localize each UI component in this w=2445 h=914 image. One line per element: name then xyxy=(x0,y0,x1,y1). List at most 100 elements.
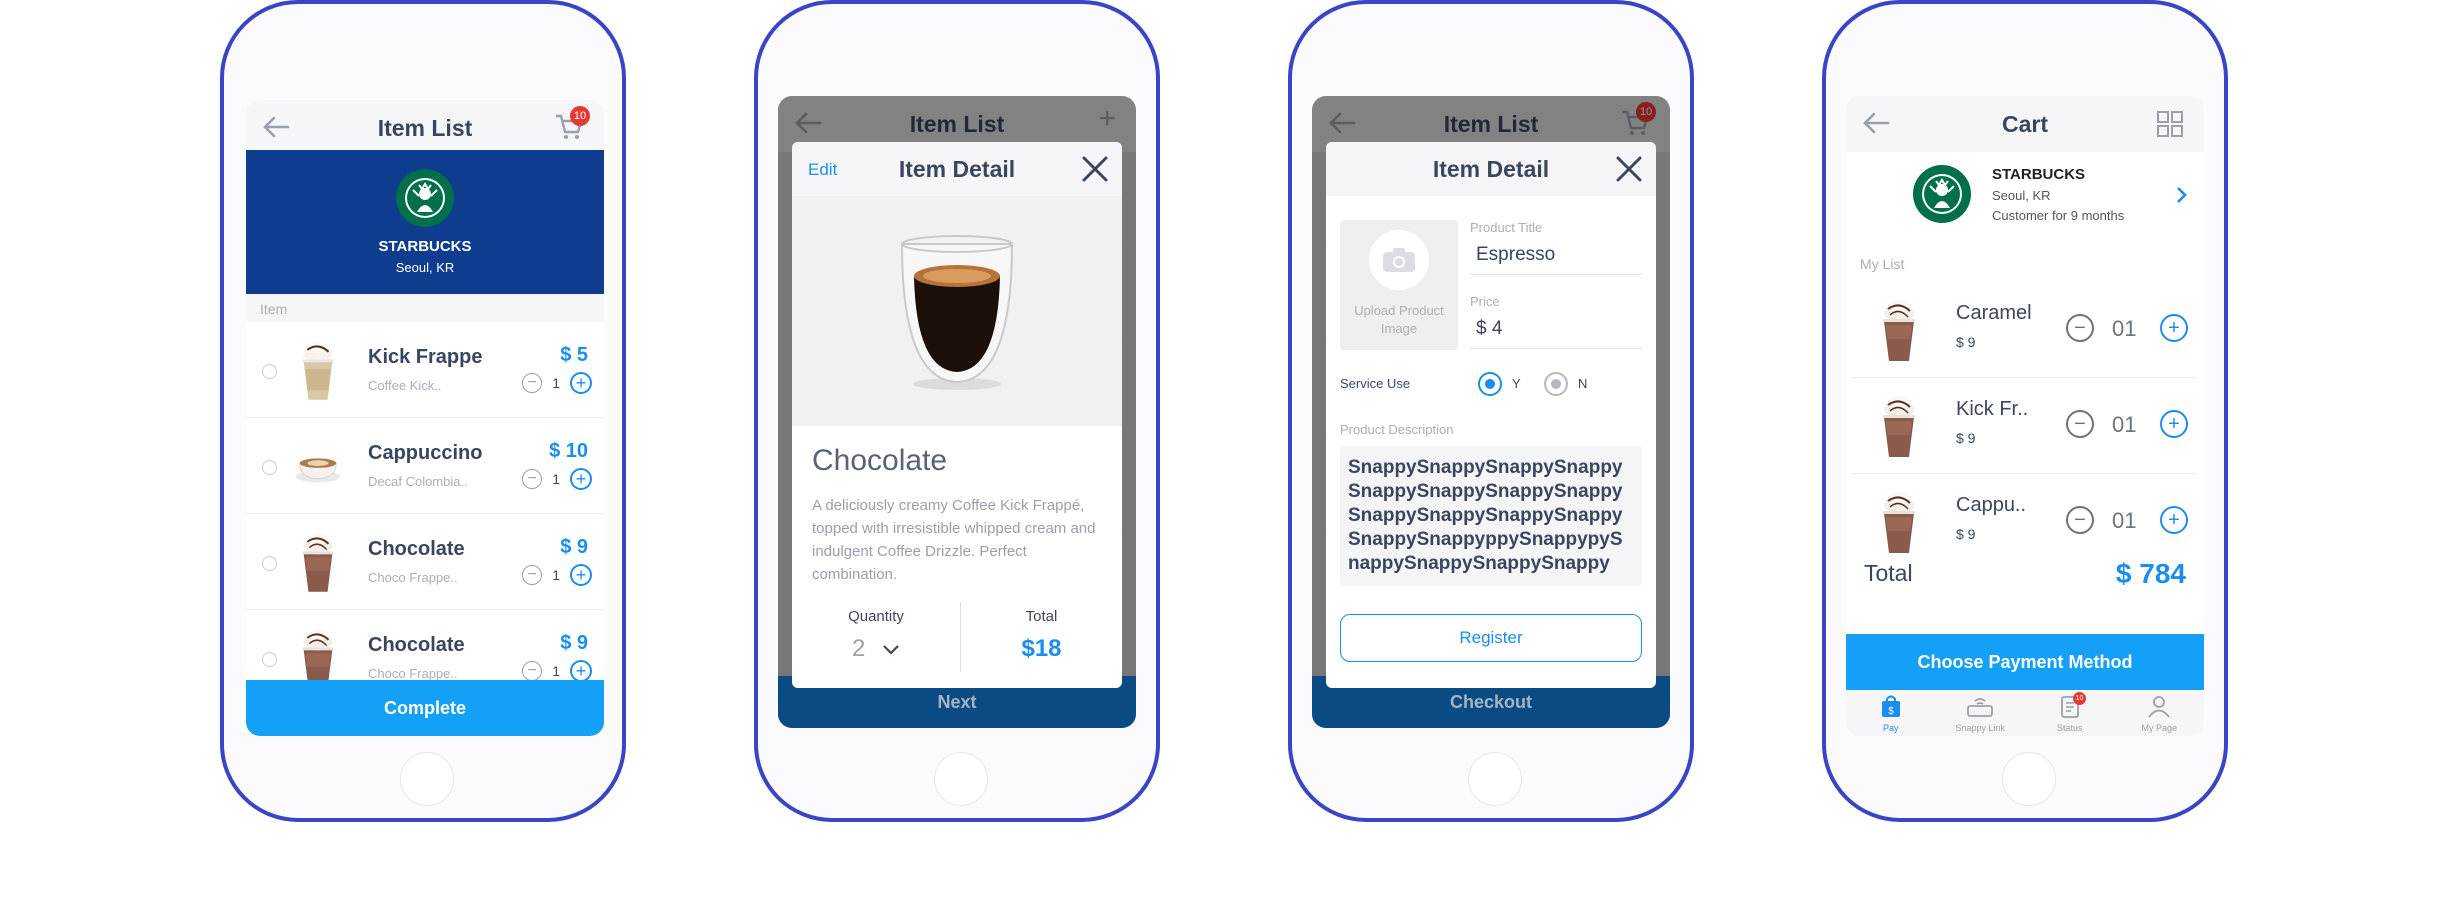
price-label: Price xyxy=(1470,294,1500,309)
plus-icon[interactable]: + xyxy=(570,660,592,682)
quantity-stepper: − 1 + xyxy=(522,564,592,586)
item-name: Cappuccino xyxy=(368,442,483,464)
plus-icon[interactable]: + xyxy=(570,372,592,394)
minus-icon[interactable]: − xyxy=(522,565,543,585)
kick-frappe-image xyxy=(1882,395,1916,458)
description-label: Product Description xyxy=(1340,422,1454,437)
cart-icon[interactable]: 10 xyxy=(554,106,590,147)
option-y-radio[interactable] xyxy=(1478,372,1502,396)
customer-since: Customer for 9 months xyxy=(1992,208,2125,223)
starbucks-logo-icon xyxy=(1912,164,1972,224)
register-item-screen: Item List 10 Checkout Item Detail Upload… xyxy=(1312,96,1670,728)
quantity-value: 01 xyxy=(2112,316,2137,341)
item-radio[interactable] xyxy=(262,460,277,475)
price-input[interactable]: $ 4 xyxy=(1470,318,1642,349)
complete-button[interactable]: Complete xyxy=(246,680,604,736)
item-radio[interactable] xyxy=(262,364,277,379)
home-button[interactable] xyxy=(400,752,454,806)
camera-icon xyxy=(1383,248,1415,272)
cappuccino-image xyxy=(1882,491,1916,554)
plus-icon[interactable]: + xyxy=(570,564,592,586)
item-name: Kick Frappe xyxy=(368,346,483,368)
modal-header: Edit Item Detail xyxy=(792,142,1122,196)
list-item[interactable]: Chocolate Choco Frappe.. $ 9 − 1 + xyxy=(246,514,604,610)
total-label: Total xyxy=(1025,608,1058,625)
tab-pay[interactable]: $ Pay xyxy=(1846,690,1936,736)
item-detail-modal: Edit Item Detail Chocolate A deliciously… xyxy=(792,142,1122,688)
back-arrow-icon[interactable] xyxy=(1862,111,1890,142)
tab-my-page[interactable]: My Page xyxy=(2115,690,2205,736)
list-item[interactable]: Cappuccino Decaf Colombia.. $ 10 − 1 + xyxy=(246,418,604,514)
home-button[interactable] xyxy=(2002,752,2056,806)
list-item[interactable]: Kick Frappe Coffee Kick.. $ 5 − 1 + xyxy=(246,322,604,418)
modal-title: Item Detail xyxy=(898,155,1016,182)
upload-label: Upload Product Image xyxy=(1354,303,1444,336)
wireless-pad-icon xyxy=(1967,698,1994,717)
chevron-right-icon xyxy=(2177,187,2187,203)
minus-icon[interactable]: − xyxy=(2066,314,2094,342)
caramel-image xyxy=(1882,299,1916,362)
product-image xyxy=(792,196,1122,426)
register-button[interactable]: Register xyxy=(1340,614,1642,662)
back-arrow-icon[interactable] xyxy=(262,115,290,146)
item-price: $ 9 xyxy=(560,632,588,654)
total-value: $ 784 xyxy=(2115,558,2186,589)
product-title-label: Product Title xyxy=(1470,220,1543,235)
plus-icon[interactable]: + xyxy=(2160,410,2188,438)
item-radio[interactable] xyxy=(262,556,277,571)
phone-cart: Cart STARBUCKS Seoul, KR Customer for 9 … xyxy=(1822,0,2228,822)
description-textarea[interactable]: SnappySnappySnappySnappySnappySnappySnap… xyxy=(1340,446,1642,586)
minus-icon[interactable]: − xyxy=(2066,410,2094,438)
item-desc: Coffee Kick.. xyxy=(368,378,442,393)
chevron-down-icon xyxy=(883,645,899,655)
option-n-radio[interactable] xyxy=(1544,372,1568,396)
grid-icon[interactable] xyxy=(2156,110,2184,143)
choose-payment-button[interactable]: Choose Payment Method xyxy=(1846,634,2204,690)
service-use-label: Service Use xyxy=(1340,376,1411,391)
plus-icon[interactable]: + xyxy=(2160,314,2188,342)
cart-row: Caramel $ 9 − 01 + xyxy=(1852,282,2198,378)
tab-status[interactable]: 10 Status xyxy=(2025,690,2115,736)
total-label: Total xyxy=(1864,560,1913,586)
store-name: STARBUCKS xyxy=(378,238,472,255)
phone-item-detail: Item List + Next Edit Item Detail Chocol… xyxy=(754,0,1160,822)
item-price: $ 9 xyxy=(1956,526,1976,542)
minus-icon[interactable]: − xyxy=(522,373,543,393)
product-title-input[interactable]: Espresso xyxy=(1470,244,1642,275)
total-row: Total $ 784 xyxy=(1846,554,2204,598)
minus-icon[interactable]: − xyxy=(522,469,543,489)
minus-icon[interactable]: − xyxy=(2066,506,2094,534)
item-name: Chocolate xyxy=(368,634,465,656)
quantity-select[interactable]: 2 xyxy=(792,635,960,663)
cart-row: Cappu.. $ 9 − 01 + xyxy=(1852,474,2198,560)
close-icon[interactable] xyxy=(1614,154,1644,184)
total-value: $18 xyxy=(1021,635,1062,662)
close-icon[interactable] xyxy=(1080,154,1110,184)
tab-snappy-link[interactable]: Snappy Link xyxy=(1936,690,2026,736)
minus-icon[interactable]: − xyxy=(522,661,543,681)
svg-text:$: $ xyxy=(1888,706,1894,717)
item-price: $ 9 xyxy=(1956,334,1976,350)
item-price: $ 5 xyxy=(560,344,588,366)
home-button[interactable] xyxy=(1468,752,1522,806)
item-radio[interactable] xyxy=(262,652,277,667)
quantity-stepper: − 1 + xyxy=(522,660,592,682)
item-price: $ 9 xyxy=(560,536,588,558)
item-desc: Decaf Colombia.. xyxy=(368,474,468,489)
quantity-stepper: − 1 + xyxy=(522,372,592,394)
cart-screen: Cart STARBUCKS Seoul, KR Customer for 9 … xyxy=(1846,96,2204,736)
plus-icon[interactable]: + xyxy=(570,468,592,490)
plus-icon[interactable]: + xyxy=(2160,506,2188,534)
quantity-stepper: − 1 + xyxy=(522,468,592,490)
store-card[interactable]: STARBUCKS Seoul, KR Customer for 9 month… xyxy=(1846,152,2204,238)
product-name: Chocolate xyxy=(812,444,948,477)
tab-bar: $ Pay Snappy Link 10 Status My Page xyxy=(1846,690,2204,736)
item-price: $ 9 xyxy=(1956,430,1976,446)
total-section: Total $18 xyxy=(961,608,1122,678)
edit-link[interactable]: Edit xyxy=(808,160,837,180)
quantity-value: 01 xyxy=(2112,508,2137,533)
upload-image-box[interactable]: Upload Product Image xyxy=(1340,220,1458,350)
person-icon xyxy=(2148,696,2170,718)
home-button[interactable] xyxy=(934,752,988,806)
cart-badge: 10 xyxy=(570,106,590,126)
